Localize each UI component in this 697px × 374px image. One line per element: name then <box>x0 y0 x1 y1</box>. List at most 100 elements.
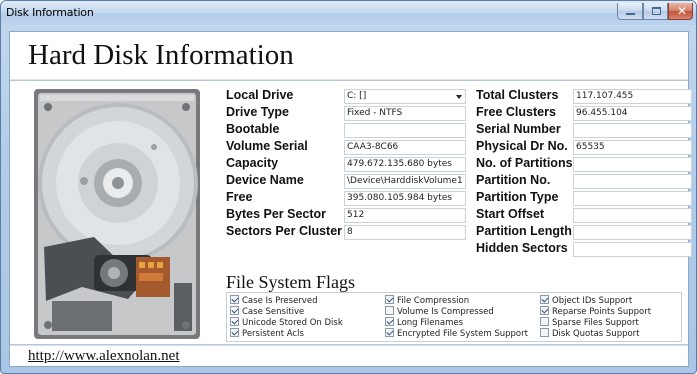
checkbox-icon[interactable] <box>230 306 239 315</box>
persistent-acls-label: Persistent Acls <box>242 329 304 339</box>
no-of-partitions-label: No. of Partitions <box>476 156 573 170</box>
physical-dr-no-field[interactable]: 65535 <box>573 140 692 155</box>
hard-disk-image <box>24 87 218 344</box>
checkbox-icon[interactable] <box>540 317 549 326</box>
sparse-files-support-label: Sparse Files Support <box>552 318 639 328</box>
partition-type-label: Partition Type <box>476 190 559 204</box>
maximize-icon <box>652 7 661 15</box>
flags-title: File System Flags <box>226 272 356 292</box>
device-name-label: Device Name <box>226 173 304 187</box>
bootable-field[interactable] <box>344 123 466 138</box>
physical-dr-no-label: Physical Dr No. <box>476 139 568 153</box>
checkbox-icon[interactable] <box>385 295 394 304</box>
object-ids-support-label: Object IDs Support <box>552 296 633 306</box>
client-area: Hard Disk Information File System Flags … <box>9 31 692 367</box>
hidden-sectors-field[interactable] <box>573 242 692 257</box>
sectors-per-cluster-value: 8 <box>347 227 353 237</box>
volume-is-compressed-label: Volume Is Compressed <box>397 307 494 317</box>
persistent-acls-checkbox[interactable]: Persistent Acls <box>230 328 304 339</box>
checkbox-icon[interactable] <box>540 306 549 315</box>
total-clusters-value: 117.107.455 <box>576 91 634 101</box>
sparse-files-support-checkbox[interactable]: Sparse Files Support <box>540 317 639 328</box>
checkbox-icon[interactable] <box>385 317 394 326</box>
free-value: 395.080.105.984 bytes <box>347 193 452 203</box>
disk-quotas-support-label: Disk Quotas Support <box>552 329 640 339</box>
partition-no-label: Partition No. <box>476 173 551 187</box>
bytes-per-sector-value: 512 <box>347 210 365 220</box>
title-bar[interactable]: Disk Information ✕ <box>1 1 696 25</box>
bytes-per-sector-label: Bytes Per Sector <box>226 207 327 221</box>
partition-type-field[interactable] <box>573 191 692 206</box>
long-filenames-checkbox[interactable]: Long Filenames <box>385 317 463 328</box>
checkbox-icon[interactable] <box>540 328 549 337</box>
total-clusters-field[interactable]: 117.107.455 <box>573 89 692 104</box>
local-drive-dropdown[interactable]: C: [] <box>344 89 466 104</box>
object-ids-support-checkbox[interactable]: Object IDs Support <box>540 295 632 306</box>
volume-serial-field[interactable]: CAA3-8C66 <box>344 140 466 155</box>
local-drive-label: Local Drive <box>226 88 294 102</box>
volume-serial-value: CAA3-8C66 <box>347 142 399 152</box>
close-icon: ✕ <box>677 4 688 18</box>
volume-serial-label: Volume Serial <box>226 139 308 153</box>
long-filenames-label: Long Filenames <box>397 318 464 328</box>
website-link[interactable]: http://www.alexnolan.net <box>28 348 180 365</box>
capacity-label: Capacity <box>226 156 279 170</box>
title-divider <box>10 79 688 81</box>
total-clusters-label: Total Clusters <box>476 88 559 102</box>
checkbox-icon[interactable] <box>385 306 394 315</box>
free-label: Free <box>226 190 253 204</box>
start-offset-label: Start Offset <box>476 207 545 221</box>
partition-length-label: Partition Length <box>476 224 572 238</box>
checkbox-icon[interactable] <box>540 295 549 304</box>
close-button[interactable]: ✕ <box>668 3 693 20</box>
no-of-partitions-field[interactable] <box>573 157 692 172</box>
disk-quotas-support-checkbox[interactable]: Disk Quotas Support <box>540 328 640 339</box>
checkbox-icon[interactable] <box>230 295 239 304</box>
maximize-button[interactable] <box>643 3 668 20</box>
hidden-sectors-label: Hidden Sectors <box>476 241 568 255</box>
window-title: Disk Information <box>6 6 94 19</box>
physical-dr-no-value: 65535 <box>576 142 605 152</box>
capacity-field[interactable]: 479.672.135.680 bytes <box>344 157 466 172</box>
device-name-field[interactable]: \Device\HarddiskVolume1 <box>344 174 466 189</box>
page-title: Hard Disk Information <box>28 39 294 71</box>
sectors-per-cluster-label: Sectors Per Cluster <box>226 224 343 238</box>
free-field[interactable]: 395.080.105.984 bytes <box>344 191 466 206</box>
capacity-value: 479.672.135.680 bytes <box>347 159 452 169</box>
disk-information-window: Disk Information ✕ Hard Disk Information <box>0 0 697 374</box>
sectors-per-cluster-field[interactable]: 8 <box>344 225 466 240</box>
device-name-value: \Device\HarddiskVolume1 <box>347 176 463 186</box>
unicode-stored-on-disk-label: Unicode Stored On Disk <box>242 318 343 328</box>
case-is-preserved-checkbox[interactable]: Case Is Preserved <box>230 295 317 306</box>
bootable-label: Bootable <box>226 122 280 136</box>
case-is-preserved-label: Case Is Preserved <box>242 296 318 306</box>
encrypted-file-system-support-checkbox[interactable]: Encrypted File System Support <box>385 328 528 339</box>
minimize-button[interactable] <box>617 3 643 20</box>
serial-number-label: Serial Number <box>476 122 561 136</box>
file-compression-checkbox[interactable]: File Compression <box>385 295 469 306</box>
partition-length-field[interactable] <box>573 225 692 240</box>
minimize-icon <box>626 13 635 15</box>
volume-is-compressed-checkbox[interactable]: Volume Is Compressed <box>385 306 494 317</box>
checkbox-icon[interactable] <box>230 328 239 337</box>
serial-number-field[interactable] <box>573 123 692 138</box>
bytes-per-sector-field[interactable]: 512 <box>344 208 466 223</box>
case-sensitive-label: Case Sensitive <box>242 307 305 317</box>
checkbox-icon[interactable] <box>230 317 239 326</box>
drive-type-value: Fixed - NTFS <box>347 108 403 118</box>
file-compression-label: File Compression <box>397 296 470 306</box>
partition-no-field[interactable] <box>573 174 692 189</box>
case-sensitive-checkbox[interactable]: Case Sensitive <box>230 306 304 317</box>
free-clusters-value: 96.455.104 <box>576 108 628 118</box>
encrypted-file-system-support-label: Encrypted File System Support <box>397 329 528 339</box>
drive-type-field[interactable]: Fixed - NTFS <box>344 106 466 121</box>
unicode-stored-on-disk-checkbox[interactable]: Unicode Stored On Disk <box>230 317 343 328</box>
drive-type-label: Drive Type <box>226 105 289 119</box>
local-drive-value: C: [] <box>347 91 367 101</box>
chevron-down-icon[interactable] <box>456 95 462 99</box>
checkbox-icon[interactable] <box>385 328 394 337</box>
reparse-points-support-checkbox[interactable]: Reparse Points Support <box>540 306 651 317</box>
free-clusters-field[interactable]: 96.455.104 <box>573 106 692 121</box>
footer-divider <box>10 344 688 346</box>
start-offset-field[interactable] <box>573 208 692 223</box>
